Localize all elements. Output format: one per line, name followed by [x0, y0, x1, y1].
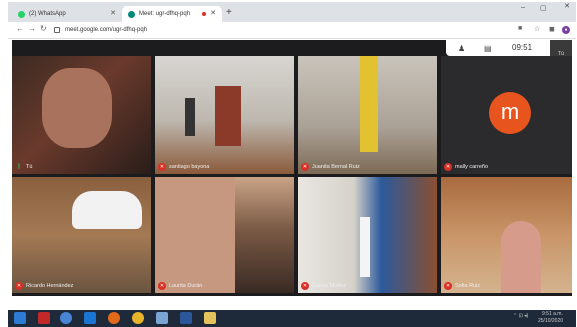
- extension-icon[interactable]: ◼: [549, 25, 555, 33]
- participant-name: Sofia Ruiz: [455, 283, 481, 289]
- file-explorer-icon[interactable]: [204, 312, 216, 324]
- participant-name: Danna Muñoz: [312, 283, 347, 289]
- person-figure: [501, 221, 541, 293]
- mic-muted-icon: ✕: [444, 163, 452, 171]
- tab-label: (2) WhatsApp: [29, 11, 66, 17]
- meet-icon: [128, 10, 135, 18]
- maximize-button[interactable]: ▢: [540, 4, 547, 12]
- person-figure: [72, 191, 142, 229]
- whatsapp-icon: [18, 10, 25, 18]
- mic-muted-icon: ✕: [301, 282, 309, 290]
- mic-on-icon: ⫼: [17, 163, 21, 170]
- browser-window: (2) WhatsApp ✕ Meet: ugr-dfhq-pqh ✕ + – …: [8, 0, 576, 327]
- clock-date: 25/10/2020: [538, 318, 564, 324]
- close-tab-icon[interactable]: ✕: [110, 9, 116, 17]
- participant-name: santiago bayona: [169, 164, 210, 170]
- tray-icons[interactable]: ⌃ ⊡ ◂): [513, 313, 528, 319]
- windows-taskbar: ⌃ ⊡ ◂) 9:51 a.m. 25/10/2020: [8, 310, 576, 327]
- lock-icon: [54, 27, 60, 33]
- participant-tile[interactable]: ✕ Ricardo Hernández: [12, 177, 151, 293]
- participant-face: [42, 68, 112, 148]
- participant-name: Juanita Bernal Ruiz: [312, 164, 360, 170]
- tab-meet[interactable]: Meet: ugr-dfhq-pqh ✕: [122, 6, 222, 22]
- participant-avatar: m: [489, 92, 531, 134]
- camera-icon[interactable]: ■: [518, 25, 522, 32]
- tab-whatsapp[interactable]: (2) WhatsApp ✕: [12, 6, 122, 22]
- app-icon[interactable]: [38, 312, 50, 324]
- app-icon[interactable]: [60, 312, 72, 324]
- back-icon[interactable]: ←: [16, 24, 24, 33]
- participant-tile[interactable]: ✕ Juanita Bernal Ruiz: [298, 56, 437, 174]
- close-window-button[interactable]: ✕: [558, 2, 576, 14]
- person-figure: [360, 56, 378, 152]
- mic-muted-icon: ✕: [158, 282, 166, 290]
- chrome-icon[interactable]: [132, 312, 144, 324]
- mic-muted-icon: ✕: [301, 163, 309, 171]
- word-icon[interactable]: [180, 312, 192, 324]
- close-tab-icon[interactable]: ✕: [210, 9, 216, 17]
- meet-video-grid: ♟ ▤ 09:51 Tú ⫼ Tú ✕ santiago bayona ✕ Ju…: [12, 40, 572, 296]
- new-tab-button[interactable]: +: [226, 7, 232, 18]
- start-icon[interactable]: [14, 312, 26, 324]
- person-figure: [360, 217, 370, 277]
- mic-muted-icon: ✕: [158, 163, 166, 171]
- recording-indicator-icon: [202, 12, 206, 16]
- url-text: meet.google.com/ugr-dfhq-pqh: [65, 27, 148, 33]
- reload-icon[interactable]: ↻: [40, 24, 47, 33]
- person-figure: [185, 98, 195, 136]
- meet-top-bar: ♟ ▤ 09:51 Tú: [446, 40, 572, 57]
- firefox-icon[interactable]: [108, 312, 120, 324]
- participant-name: Laurita Durán: [169, 283, 203, 289]
- mic-muted-icon: ✕: [15, 282, 23, 290]
- address-bar[interactable]: meet.google.com/ugr-dfhq-pqh: [54, 24, 534, 36]
- meeting-clock: 09:51: [512, 43, 533, 52]
- participant-name: Ricardo Hernández: [26, 283, 74, 289]
- chat-icon[interactable]: ▤: [484, 44, 492, 53]
- app-icon[interactable]: [156, 312, 168, 324]
- profile-avatar[interactable]: ●: [562, 26, 570, 34]
- participant-tile[interactable]: ⫼ Tú: [12, 56, 151, 174]
- participant-name: mally carreño: [455, 164, 489, 170]
- participant-tile[interactable]: ✕ Danna Muñoz: [298, 177, 437, 293]
- tab-label: Meet: ugr-dfhq-pqh: [139, 11, 191, 17]
- participant-tile[interactable]: ✕ santiago bayona: [155, 56, 294, 174]
- participant-tile[interactable]: ✕ Sofia Ruiz: [441, 177, 572, 293]
- person-arm: [155, 177, 235, 293]
- participant-tile[interactable]: m ✕ mally carreño: [441, 56, 572, 174]
- people-icon[interactable]: ♟: [458, 44, 465, 53]
- tab-strip: (2) WhatsApp ✕ Meet: ugr-dfhq-pqh ✕ + – …: [8, 2, 576, 22]
- mic-muted-icon: ✕: [444, 282, 452, 290]
- participant-name: Tú: [26, 164, 33, 170]
- edge-icon[interactable]: [84, 312, 96, 324]
- self-thumbnail[interactable]: Tú: [550, 40, 572, 57]
- minimize-button[interactable]: –: [521, 4, 525, 11]
- clock-time: 9:51 a.m.: [542, 311, 563, 317]
- star-icon[interactable]: ☆: [534, 25, 540, 33]
- door-shape: [215, 86, 241, 146]
- participant-tile[interactable]: ✕ Laurita Durán: [155, 177, 294, 293]
- forward-icon[interactable]: →: [28, 24, 36, 33]
- browser-toolbar: ← → ↻ meet.google.com/ugr-dfhq-pqh ■ ☆ ◼…: [8, 22, 576, 39]
